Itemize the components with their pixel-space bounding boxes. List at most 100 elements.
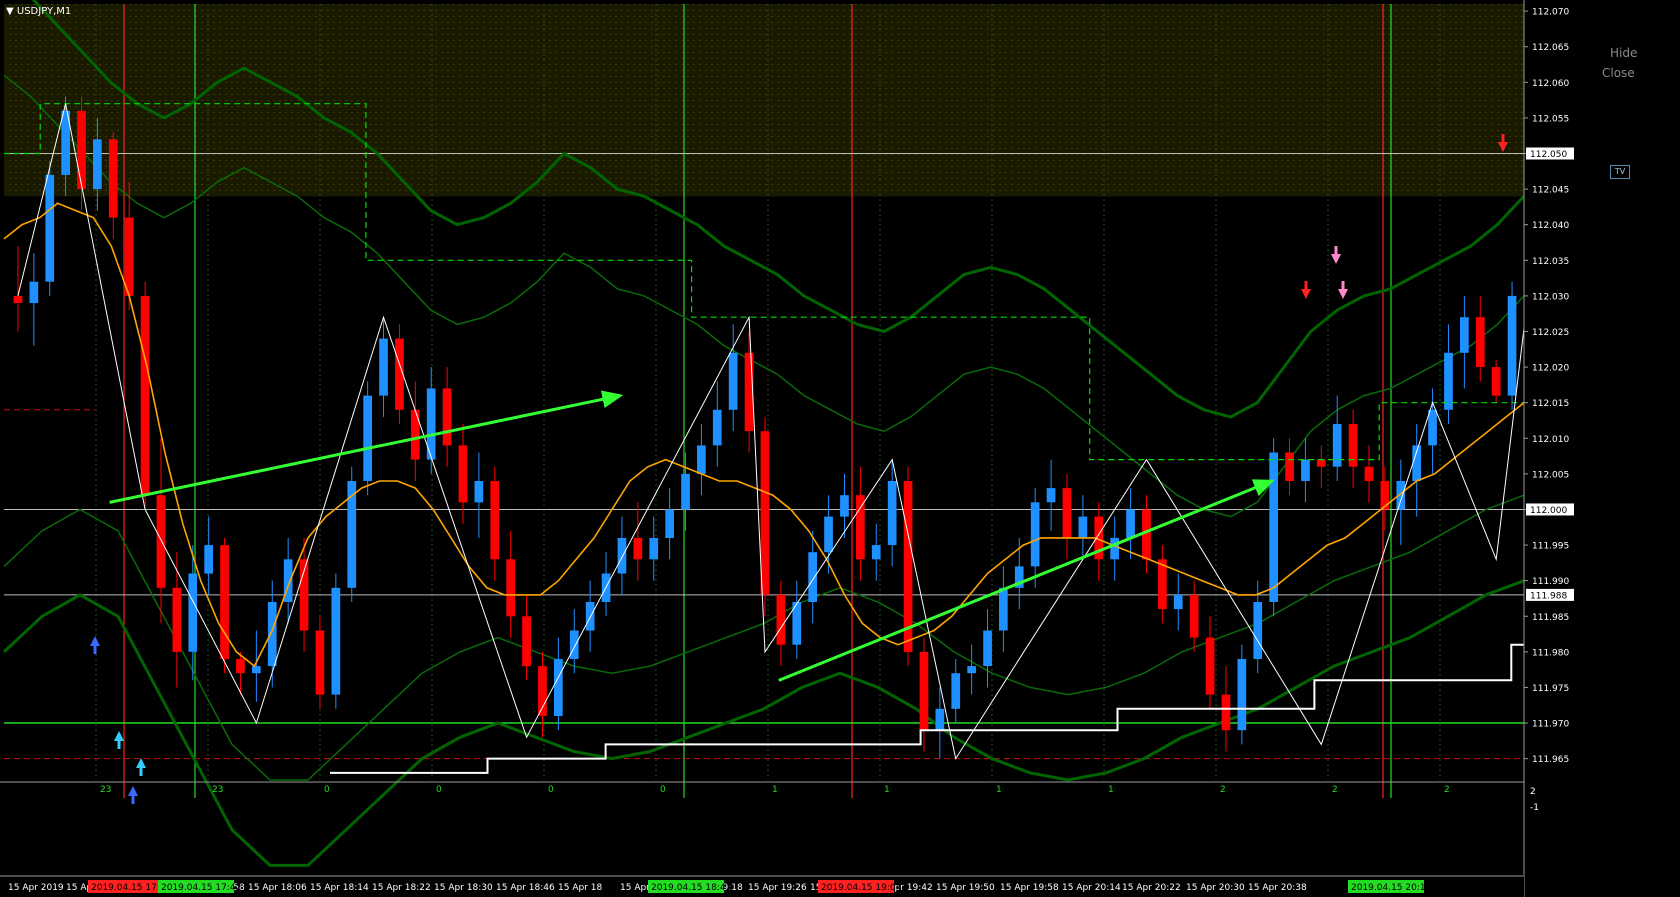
candle-body bbox=[1173, 594, 1183, 610]
symbol-text: USDJPY,M1 bbox=[16, 6, 72, 17]
time-label: 15 Apr 18 bbox=[558, 883, 602, 893]
candle-body bbox=[1110, 537, 1119, 560]
price-label: 112.020 bbox=[1532, 364, 1569, 374]
candle-body bbox=[29, 281, 39, 304]
candle-body bbox=[919, 651, 929, 731]
price-label: 112.035 bbox=[1532, 257, 1569, 267]
candle-body bbox=[999, 587, 1008, 631]
candle-body bbox=[1380, 481, 1390, 510]
candle-body bbox=[951, 673, 961, 709]
candle-body bbox=[93, 139, 102, 190]
sub-window-count: 1 bbox=[1108, 785, 1114, 795]
price-label: 112.070 bbox=[1532, 8, 1569, 18]
candle-body bbox=[458, 445, 468, 503]
candle-body bbox=[1460, 317, 1469, 353]
date-tag-label: 2019.04.15 17:3 bbox=[91, 883, 166, 893]
sub-window-count: 23 bbox=[100, 785, 111, 795]
price-tag-label: 111.988 bbox=[1530, 591, 1567, 601]
candle-body bbox=[236, 659, 245, 674]
price-label: 112.065 bbox=[1532, 43, 1569, 53]
candle-body bbox=[1046, 488, 1056, 503]
date-tag-label: 2019.04.15 19:04 bbox=[821, 883, 902, 893]
time-label: 15 Apr 19:50 bbox=[936, 883, 995, 893]
candle-body bbox=[887, 481, 897, 546]
sub-window-count: 2 bbox=[1332, 785, 1338, 795]
time-label: 15 Apr 20:30 bbox=[1186, 883, 1245, 893]
candle-body bbox=[331, 587, 341, 695]
time-label: 15 Apr 20:14 bbox=[1062, 883, 1121, 893]
candle-body bbox=[681, 473, 690, 510]
candle-body bbox=[1475, 317, 1485, 367]
candle-body bbox=[824, 516, 833, 553]
candle-body bbox=[220, 545, 229, 659]
time-label: 15 Apr 20:22 bbox=[1122, 883, 1181, 893]
sub-window-count: 1 bbox=[996, 785, 1002, 795]
candle-body bbox=[410, 409, 420, 460]
candle-body bbox=[490, 481, 500, 560]
sub-window-count: 1 bbox=[884, 785, 890, 795]
time-label: 15 Apr 18:46 bbox=[496, 883, 555, 893]
sell-arrow-icon bbox=[1338, 281, 1348, 299]
sub-window: 23 23 0 0 0 0 1 1 1 1 2 2 2 2 -1 bbox=[0, 781, 1539, 813]
candle-body bbox=[712, 409, 722, 446]
candle-body bbox=[1491, 367, 1501, 396]
candle-body bbox=[522, 616, 531, 667]
candle-body bbox=[252, 666, 261, 674]
candle-body bbox=[554, 659, 563, 716]
time-label: 15 Apr 2019 bbox=[8, 883, 64, 893]
price-label: 112.055 bbox=[1532, 114, 1569, 124]
candle-body bbox=[1078, 516, 1088, 538]
date-tag-label: 2019.04.15 20:11 bbox=[1351, 883, 1431, 893]
price-label: 112.005 bbox=[1532, 470, 1569, 480]
candle-body bbox=[124, 217, 134, 296]
candle-body bbox=[776, 594, 786, 645]
symbol-title: ▼ USDJPY,M1 bbox=[6, 6, 71, 17]
chart-window[interactable]: 112.070 112.065 112.060 112.055 112.050 112.0… bbox=[0, 0, 1680, 897]
close-button[interactable]: Close bbox=[1602, 66, 1635, 80]
candle-body bbox=[1030, 502, 1040, 567]
price-label: 111.975 bbox=[1532, 684, 1569, 694]
candle-body bbox=[347, 481, 357, 588]
candle-body bbox=[1269, 452, 1278, 602]
sell-arrow-icon bbox=[1301, 281, 1311, 299]
time-label: 15 Apr 18:30 bbox=[434, 883, 493, 893]
sub-window-count: 0 bbox=[660, 785, 666, 795]
candle-body bbox=[728, 352, 738, 410]
price-label: 112.010 bbox=[1532, 435, 1569, 445]
price-label: 112.025 bbox=[1532, 328, 1569, 338]
trendline bbox=[778, 479, 1275, 682]
sub-window-count: 2 bbox=[1444, 785, 1450, 795]
price-label: 111.980 bbox=[1532, 648, 1569, 658]
time-label: 15 Apr 18:22 bbox=[372, 883, 431, 893]
hide-button[interactable]: Hide bbox=[1610, 46, 1637, 60]
candle-body bbox=[1285, 452, 1294, 481]
support-step-line bbox=[329, 643, 1590, 774]
price-label: 111.985 bbox=[1532, 613, 1569, 623]
candle-body bbox=[871, 545, 881, 560]
time-label: 15 Apr 19:58 bbox=[1000, 883, 1059, 893]
candle-body bbox=[569, 630, 579, 659]
candle-body bbox=[1332, 424, 1342, 467]
candle-body bbox=[1189, 594, 1199, 638]
sub-window-count: 0 bbox=[324, 785, 330, 795]
candle-body bbox=[1316, 459, 1326, 467]
candle-body bbox=[140, 295, 150, 496]
candle-body bbox=[617, 537, 627, 574]
price-label: 112.045 bbox=[1532, 186, 1569, 196]
time-axis[interactable]: 15 Apr 201915 Apr 17:4215 Apr 17:5015 Ap… bbox=[0, 875, 1524, 897]
candle-body bbox=[1221, 694, 1231, 731]
time-label: 15 Apr 18:14 bbox=[310, 883, 369, 893]
collapse-triangle-icon[interactable]: ▼ bbox=[6, 6, 17, 17]
price-chart[interactable]: 112.070 112.065 112.060 112.055 112.050 112.0… bbox=[0, 0, 1680, 897]
candle-body bbox=[315, 630, 325, 695]
candle-body bbox=[856, 495, 865, 560]
candle-body bbox=[506, 559, 515, 617]
time-label: 15 Apr 20:38 bbox=[1248, 883, 1307, 893]
buy-arrow-icon bbox=[128, 786, 138, 804]
candle-body bbox=[188, 573, 198, 652]
candle-body bbox=[267, 602, 277, 667]
candle-body bbox=[983, 630, 992, 667]
candle-body bbox=[649, 537, 659, 560]
price-axis[interactable]: 112.070 112.065 112.060 112.055 112.050 112.0… bbox=[1523, 0, 1680, 897]
tv-button[interactable]: TV bbox=[1610, 165, 1630, 179]
